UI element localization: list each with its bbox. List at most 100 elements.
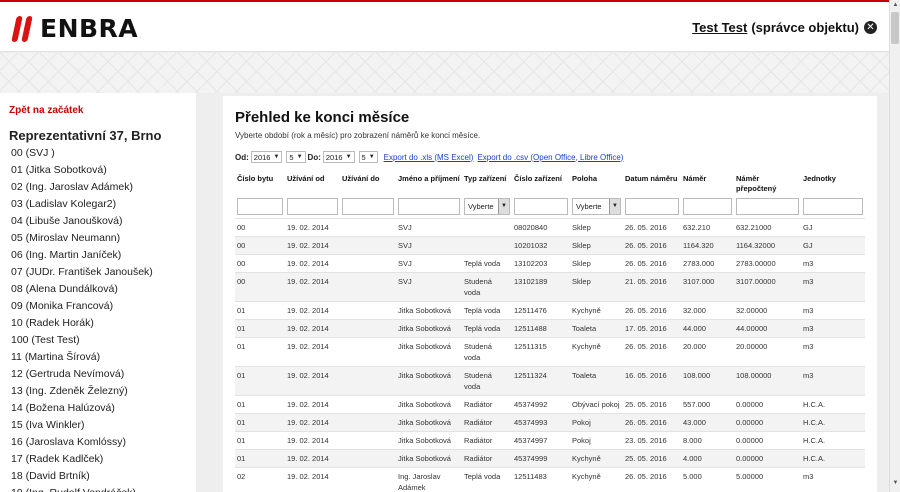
- table-cell: [462, 235, 512, 254]
- unit-item[interactable]: 100 (Test Test): [11, 332, 153, 349]
- unit-item[interactable]: 01 (Jitka Sobotková): [11, 162, 153, 179]
- table-cell: Jitka Sobotková: [396, 300, 462, 319]
- table-cell: 2783.00000: [734, 253, 801, 272]
- table-cell: Ing. Jaroslav Adámek: [396, 466, 462, 492]
- table-cell: Toaleta: [570, 318, 623, 337]
- table-cell: [340, 235, 396, 254]
- column-filter-input[interactable]: [514, 198, 568, 216]
- column-filter-input[interactable]: [625, 198, 679, 216]
- column-header[interactable]: Datum náměru: [623, 172, 681, 196]
- table-cell: Kychyně: [570, 300, 623, 319]
- table-cell: 20.000: [681, 336, 734, 366]
- table-cell: H.C.A.: [801, 448, 865, 467]
- unit-item[interactable]: 17 (Radek Kadlček): [11, 451, 153, 468]
- enbra-logo[interactable]: ENBRA: [11, 14, 138, 43]
- chevron-down-icon[interactable]: ▼: [609, 199, 620, 215]
- table-cell: 557.000: [681, 394, 734, 413]
- table-cell: 1164.320: [681, 235, 734, 254]
- column-filter-input[interactable]: [237, 198, 283, 216]
- table-cell: 19. 02. 2014: [285, 430, 340, 449]
- unit-item[interactable]: 08 (Alena Dundálková): [11, 281, 153, 298]
- table-cell: 26. 05. 2016: [623, 466, 681, 492]
- export-xls-link[interactable]: Export do .xls (MS Excel): [384, 153, 474, 162]
- from-year-select[interactable]: 2016 ▼: [250, 151, 283, 163]
- column-filter-input[interactable]: [398, 198, 460, 216]
- unit-item[interactable]: 10 (Radek Horák): [11, 315, 153, 332]
- table-cell: [340, 253, 396, 272]
- unit-item[interactable]: 18 (David Brtník): [11, 468, 153, 485]
- unit-item[interactable]: 09 (Monika Francová): [11, 298, 153, 315]
- unit-item[interactable]: 19 (Ing. Rudolf Vondráček): [11, 485, 153, 492]
- table-cell: 01: [235, 318, 285, 337]
- table-cell: 4.000: [681, 448, 734, 467]
- scroll-up-icon[interactable]: ▲: [891, 2, 900, 12]
- to-month-select[interactable]: 5 ▼: [358, 151, 378, 163]
- unit-item[interactable]: 02 (Ing. Jaroslav Adámek): [11, 179, 153, 196]
- column-header[interactable]: Typ zařízení: [462, 172, 512, 196]
- unit-item[interactable]: 03 (Ladislav Kolegar2): [11, 196, 153, 213]
- unit-item[interactable]: 11 (Martina Šírová): [11, 349, 153, 366]
- close-circle-icon[interactable]: ✕: [864, 21, 877, 34]
- table-cell: SVJ: [396, 217, 462, 236]
- table-cell: Studená voda: [462, 336, 512, 366]
- column-header[interactable]: Užívání do: [340, 172, 396, 196]
- back-to-start-link[interactable]: Zpět na začátek: [9, 105, 83, 116]
- unit-item[interactable]: 15 (Iva Winkler): [11, 417, 153, 434]
- table-header-row: Číslo bytu Užívání od Užívání do Jméno a př…: [235, 172, 865, 196]
- table-cell: 25. 05. 2016: [623, 448, 681, 467]
- page-scrollbar[interactable]: ▲ ▼: [889, 0, 900, 492]
- table-cell: 19. 02. 2014: [285, 217, 340, 236]
- period-filters: Od: 2016 ▼ 5 ▼ Do: 2016 ▼ 5 ▼ Export do .xls…: [235, 151, 623, 163]
- from-month-select[interactable]: 5 ▼: [286, 151, 306, 163]
- unit-item[interactable]: 04 (Libuše Janoušková): [11, 213, 153, 230]
- column-filter-select[interactable]: Vyberte ▼: [464, 198, 510, 216]
- user-name-link[interactable]: Test Test: [692, 20, 747, 35]
- table-cell: 19. 02. 2014: [285, 318, 340, 337]
- column-filter-input[interactable]: [736, 198, 799, 216]
- unit-item[interactable]: 13 (Ing. Zdeněk Železný): [11, 383, 153, 400]
- unit-item[interactable]: 16 (Jaroslava Komlóssy): [11, 434, 153, 451]
- column-header[interactable]: Číslo zařízení: [512, 172, 570, 196]
- unit-item[interactable]: 12 (Gertruda Nevímová): [11, 366, 153, 383]
- unit-item[interactable]: 06 (Ing. Martin Janíček): [11, 247, 153, 264]
- column-filter-select[interactable]: Vyberte ▼: [572, 198, 621, 216]
- table-cell: 13102203: [512, 253, 570, 272]
- unit-item[interactable]: 05 (Miroslav Neumann): [11, 230, 153, 247]
- column-header[interactable]: Jednotky: [801, 172, 865, 196]
- export-csv-link[interactable]: Export do .csv (Open Office, Libre Offic…: [477, 153, 623, 162]
- column-header[interactable]: Číslo bytu: [235, 172, 285, 196]
- table-cell: 12511315: [512, 336, 570, 366]
- column-header[interactable]: Náměr přepočtený: [734, 172, 801, 196]
- table-cell: [340, 318, 396, 337]
- table-cell: Radiátor: [462, 430, 512, 449]
- column-header[interactable]: Jméno a příjmení: [396, 172, 462, 196]
- unit-item[interactable]: 14 (Božena Halúzová): [11, 400, 153, 417]
- to-year-select[interactable]: 2016 ▼: [322, 151, 355, 163]
- column-header[interactable]: Poloha: [570, 172, 623, 196]
- unit-item[interactable]: 00 (SVJ ): [11, 145, 153, 162]
- page-subtitle: Vyberte období (rok a měsíc) pro zobraze…: [235, 131, 481, 140]
- table-cell: Studená voda: [462, 271, 512, 301]
- to-label: Do:: [307, 152, 321, 162]
- table-cell: [462, 217, 512, 236]
- header: ENBRA Test Test (správce objektu) ✕: [0, 2, 889, 52]
- column-header[interactable]: Náměr: [681, 172, 734, 196]
- column-filter-input[interactable]: [287, 198, 338, 216]
- table-row: 01 19. 02. 2014 Jitka Sobotková Studená vod…: [235, 365, 865, 395]
- table-cell: 108.000: [681, 365, 734, 395]
- scroll-down-icon[interactable]: ▼: [891, 480, 900, 490]
- column-filter-input[interactable]: [683, 198, 732, 216]
- column-filter-input[interactable]: [342, 198, 394, 216]
- table-cell: 26. 05. 2016: [623, 253, 681, 272]
- table-cell: H.C.A.: [801, 412, 865, 431]
- table-row: 01 19. 02. 2014 Jitka Sobotková Teplá voda 1…: [235, 300, 865, 319]
- table-cell: 08020840: [512, 217, 570, 236]
- table-cell: 01: [235, 365, 285, 395]
- chevron-down-icon[interactable]: ▼: [498, 199, 509, 215]
- column-header[interactable]: Užívání od: [285, 172, 340, 196]
- scroll-thumb[interactable]: [891, 12, 899, 44]
- column-filter-input[interactable]: [803, 198, 863, 216]
- table-cell: Jitka Sobotková: [396, 336, 462, 366]
- unit-item[interactable]: 07 (JUDr. František Janoušek): [11, 264, 153, 281]
- table-cell: Sklep: [570, 253, 623, 272]
